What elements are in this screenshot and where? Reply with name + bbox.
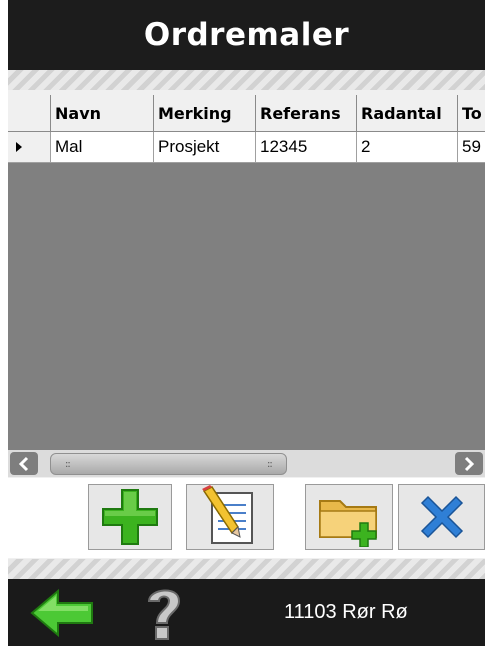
cell-to[interactable]: 59	[458, 132, 485, 163]
grid-corner-cell	[8, 95, 51, 132]
bottom-bar: 11103 Rør Rø	[8, 579, 485, 646]
question-icon	[147, 589, 181, 640]
plus-icon	[102, 489, 158, 545]
chevron-left-icon	[18, 456, 29, 471]
column-header-to[interactable]: To	[458, 95, 485, 132]
back-arrow-icon	[30, 588, 93, 638]
column-header-navn[interactable]: Navn	[51, 95, 154, 132]
cell-merking[interactable]: Prosjekt	[154, 132, 256, 163]
cell-referans[interactable]: 12345	[256, 132, 357, 163]
divider-stripe	[8, 559, 485, 579]
header-bar: Ordremaler	[8, 0, 485, 70]
grid-header-row: Navn Merking Referans Radantal To	[8, 95, 485, 132]
page-title: Ordremaler	[143, 17, 350, 53]
action-toolbar	[8, 478, 485, 558]
new-folder-icon	[319, 500, 377, 547]
chevron-right-icon	[464, 456, 475, 471]
cell-navn[interactable]: Mal	[51, 132, 154, 163]
table-row[interactable]: Mal Prosjekt 12345 2 59	[8, 132, 485, 163]
scroll-left-button[interactable]	[10, 452, 38, 475]
grip-icon: ::	[267, 459, 273, 470]
scroll-right-button[interactable]	[455, 452, 483, 475]
scrollbar-thumb[interactable]: :: ::	[50, 453, 287, 475]
column-header-radantal[interactable]: Radantal	[357, 95, 458, 132]
column-header-referans[interactable]: Referans	[256, 95, 357, 132]
grip-icon: ::	[65, 459, 71, 470]
delete-button[interactable]	[398, 484, 485, 550]
current-row-icon	[16, 142, 22, 152]
divider-stripe	[8, 70, 485, 90]
app-frame: Ordremaler Navn Merking Referans Radanta…	[8, 0, 485, 646]
help-button[interactable]	[128, 583, 200, 643]
templates-grid[interactable]: Navn Merking Referans Radantal To Mal Pr…	[8, 95, 485, 450]
back-button[interactable]	[24, 583, 100, 643]
row-selector[interactable]	[8, 132, 51, 163]
edit-document-icon	[202, 485, 253, 544]
new-folder-button[interactable]	[305, 484, 393, 550]
close-icon	[420, 495, 463, 539]
cell-radantal[interactable]: 2	[357, 132, 458, 163]
column-header-merking[interactable]: Merking	[154, 95, 256, 132]
horizontal-scrollbar[interactable]: :: ::	[8, 450, 485, 477]
edit-template-button[interactable]	[186, 484, 274, 550]
status-text: 11103 Rør Rø	[284, 601, 408, 623]
add-template-button[interactable]	[88, 484, 172, 550]
